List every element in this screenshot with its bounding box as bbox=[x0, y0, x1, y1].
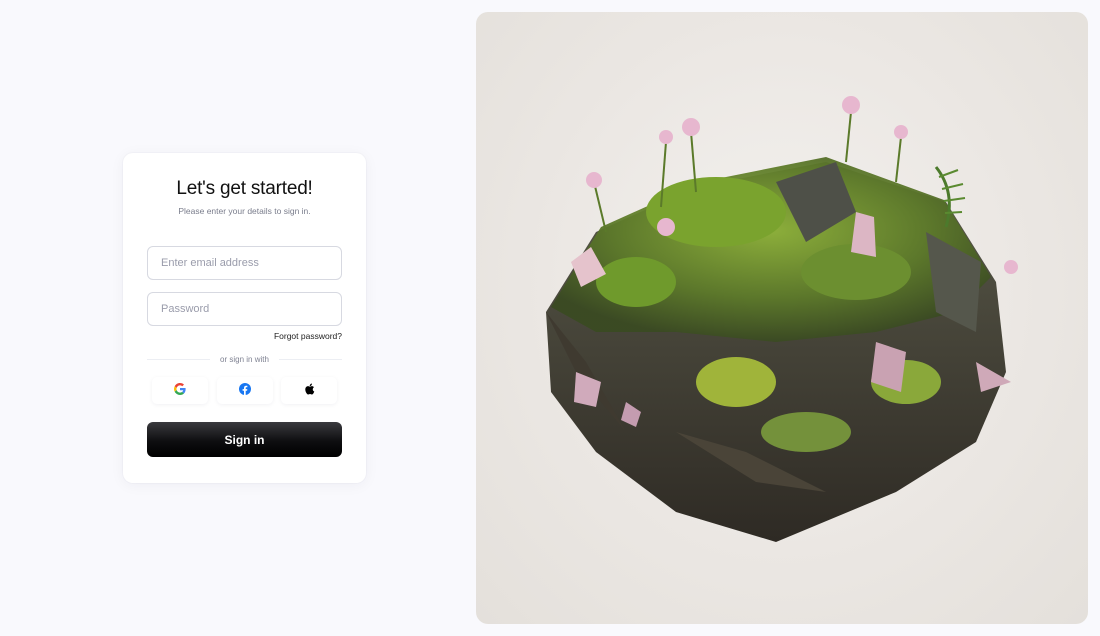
password-field-wrapper bbox=[147, 292, 342, 326]
social-divider: or sign in with bbox=[147, 353, 343, 365]
divider-line-right bbox=[278, 358, 343, 360]
subtitle: Please enter your details to sign in. bbox=[178, 206, 311, 216]
password-field[interactable] bbox=[161, 303, 341, 315]
apple-signin-button[interactable] bbox=[281, 377, 337, 404]
email-field[interactable] bbox=[161, 257, 341, 269]
moss-island-illustration bbox=[546, 96, 1018, 542]
google-signin-button[interactable] bbox=[152, 377, 208, 404]
divider-text: or sign in with bbox=[220, 354, 269, 364]
google-icon bbox=[174, 382, 186, 400]
hero-image bbox=[476, 12, 1088, 624]
page: Let's get started! Please enter your det… bbox=[0, 0, 1100, 636]
forgot-password-link[interactable]: Forgot password? bbox=[274, 331, 342, 341]
sign-in-button[interactable]: Sign in bbox=[147, 422, 342, 457]
divider-line-left bbox=[147, 358, 211, 360]
facebook-icon bbox=[238, 382, 251, 400]
social-buttons bbox=[152, 377, 337, 405]
apple-icon bbox=[304, 382, 315, 400]
email-field-wrapper bbox=[147, 246, 342, 280]
facebook-signin-button[interactable] bbox=[216, 377, 273, 404]
login-card: Let's get started! Please enter your det… bbox=[123, 153, 366, 483]
page-title: Let's get started! bbox=[176, 178, 313, 199]
